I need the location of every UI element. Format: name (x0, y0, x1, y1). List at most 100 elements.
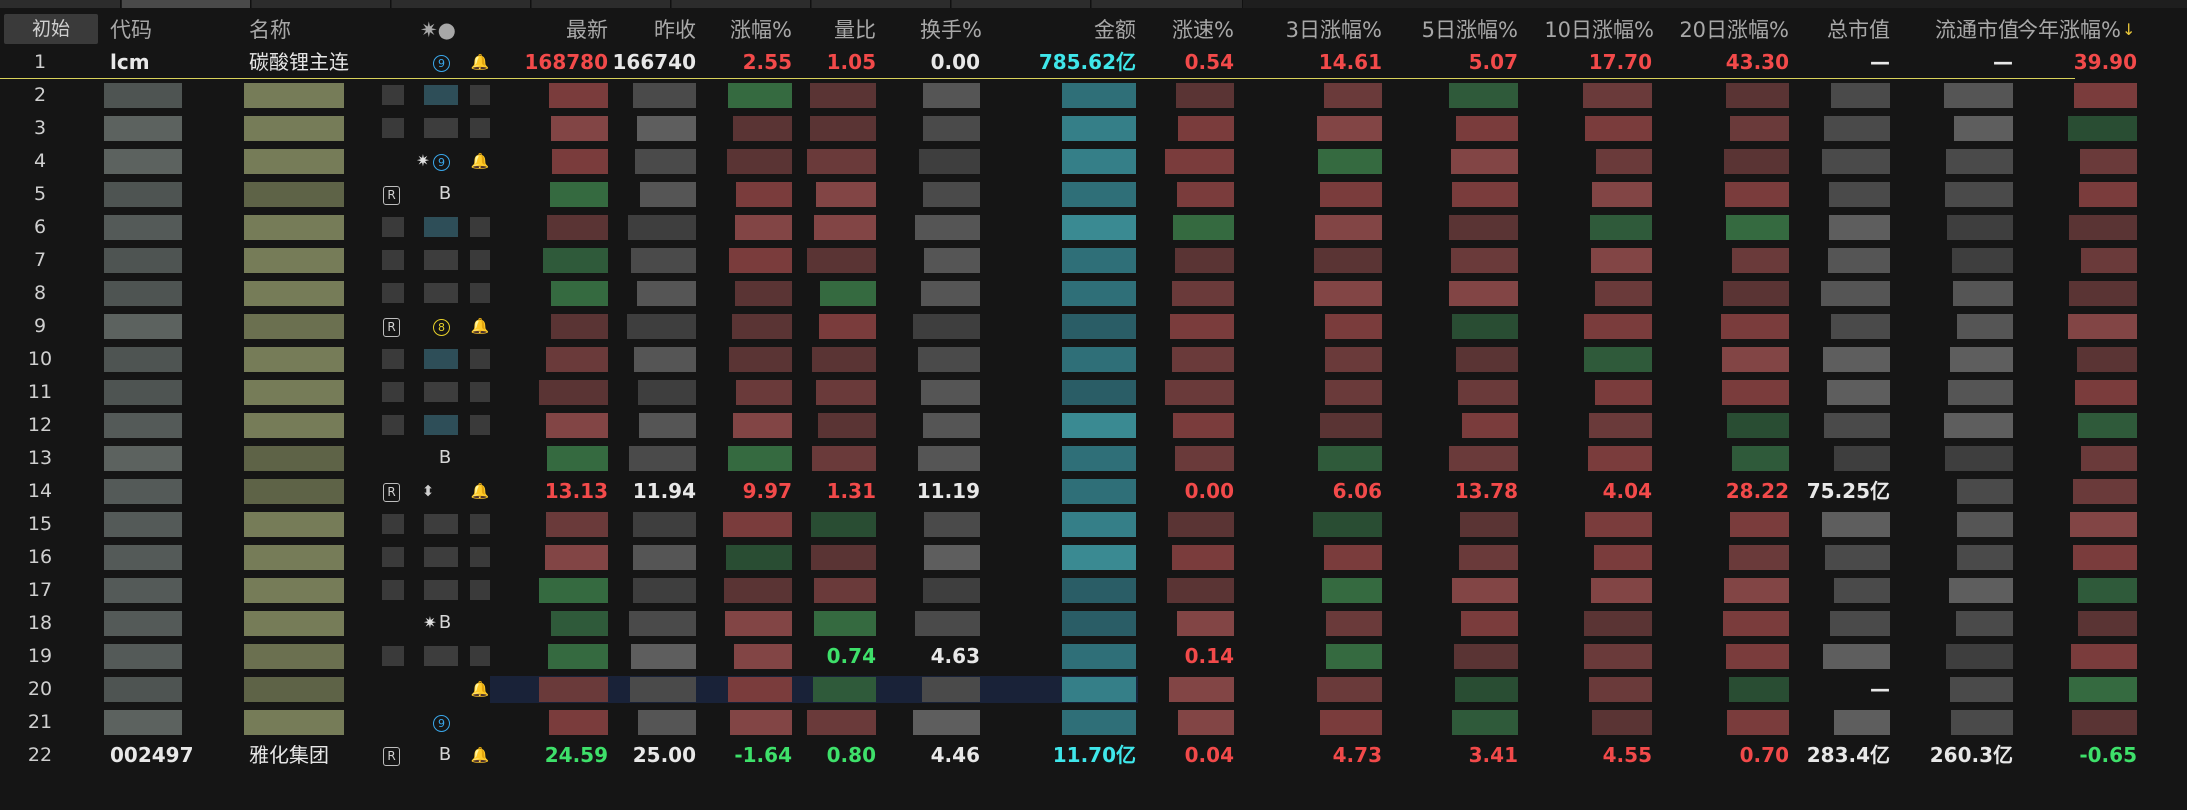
table-row[interactable]: 6 (0, 211, 2187, 244)
tab-5[interactable] (532, 0, 671, 8)
header-ytd[interactable]: 今年涨幅% (2005, 14, 2121, 46)
table-row[interactable]: 3 (0, 112, 2187, 145)
header-change-pct[interactable]: 涨幅% (690, 14, 792, 46)
obscured-mc (1829, 215, 1890, 240)
table-row[interactable]: 2 (0, 79, 2187, 112)
obscured-amt (1062, 116, 1136, 141)
obscured-name (244, 116, 344, 141)
obscured-code (104, 347, 182, 372)
obscured-code (104, 83, 182, 108)
obscured-code (104, 479, 182, 504)
obscured-ytd (2078, 578, 2137, 603)
obscured-fc (1950, 347, 2013, 372)
obscured-spd (1172, 347, 1234, 372)
obscured-flag (382, 382, 404, 402)
obscured-name (244, 83, 344, 108)
table-row[interactable]: 16 (0, 541, 2187, 574)
cell-idx: 6 (33, 216, 47, 238)
obscured-amt (1062, 578, 1136, 603)
header-chg3[interactable]: 3日涨幅% (1240, 14, 1382, 46)
header-volume-ratio[interactable]: 量比 (790, 14, 876, 46)
obscured-c3 (1318, 446, 1382, 471)
obscured-spd (1175, 248, 1234, 273)
obscured-c20 (1724, 149, 1789, 174)
obscured-c5 (1452, 710, 1518, 735)
tab-4[interactable] (392, 0, 531, 8)
cell-latest: 13.13 (544, 479, 608, 503)
table-row[interactable]: 1 lcm 碳酸锂主连 168780 166740 2.55 1.05 0.00 785.62亿… (0, 46, 2187, 79)
obscured-chg (732, 314, 792, 339)
tab-6[interactable] (672, 0, 811, 8)
header-amount[interactable]: 金额 (1040, 14, 1136, 46)
obscured-mc (1828, 248, 1890, 273)
obscured-flag (424, 283, 458, 303)
cell-ytd: -0.65 (2079, 743, 2137, 767)
obscured-amt (1062, 83, 1136, 108)
obscured-c20 (1721, 314, 1789, 339)
header-float-cap[interactable]: 流通市值 (1895, 14, 2019, 46)
obscured-prev (634, 347, 696, 372)
table-row[interactable]: 20 — 🔔 (0, 673, 2187, 706)
table-row[interactable]: 11 (0, 376, 2187, 409)
cell-idx: 14 (27, 480, 53, 502)
tab-7[interactable] (812, 0, 951, 8)
table-row[interactable]: 8 (0, 277, 2187, 310)
tab-3[interactable] (252, 0, 391, 8)
obscured-amt (1062, 446, 1136, 471)
obscured-fc (1946, 149, 2013, 174)
table-row[interactable]: 4 ✷ 9 🔔 (0, 145, 2187, 178)
table-row[interactable]: 18 ✷ B (0, 607, 2187, 640)
header-name[interactable]: 名称 (249, 14, 339, 46)
obscured-amt (1062, 710, 1136, 735)
table-row[interactable]: 10 (0, 343, 2187, 376)
obscured-name (244, 380, 344, 405)
tab-1[interactable] (0, 0, 121, 8)
header-chg5[interactable]: 5日涨幅% (1380, 14, 1518, 46)
table-row[interactable]: 5 R B (0, 178, 2187, 211)
obscured-flag (470, 547, 490, 567)
reset-button[interactable]: 初始 (4, 14, 98, 44)
table-row[interactable]: 7 (0, 244, 2187, 277)
cell-amt: 785.62亿 (1038, 50, 1136, 74)
cell-spd: 0.54 (1184, 50, 1234, 74)
tab-8[interactable] (952, 0, 1091, 8)
obscured-amt (1062, 380, 1136, 405)
table-row[interactable]: 17 (0, 574, 2187, 607)
cell-idx: 19 (27, 645, 53, 667)
header-speed[interactable]: 涨速% (1130, 14, 1234, 46)
header-flags[interactable]: ✷● (420, 14, 460, 46)
table-row[interactable]: 15 (0, 508, 2187, 541)
table-row[interactable]: 14 13.13 11.94 9.97 1.31 11.19 0.00 6.06 13.78 4.… (0, 475, 2187, 508)
header-mktcap[interactable]: 总市值 (1790, 14, 1890, 46)
obscured-to (922, 677, 980, 702)
obscured-vr (814, 578, 876, 603)
obscured-prev (633, 83, 696, 108)
obscured-c10 (1592, 182, 1652, 207)
tab-9[interactable] (1092, 0, 1243, 8)
obscured-c5 (1458, 380, 1518, 405)
header-latest[interactable]: 最新 (510, 14, 608, 46)
obscured-mc (1824, 116, 1890, 141)
tab-quotes[interactable] (122, 0, 251, 8)
table-row[interactable]: 9 R 8 🔔 (0, 310, 2187, 343)
header-chg20[interactable]: 20日涨幅% (1645, 14, 1789, 46)
obscured-flag (424, 85, 458, 105)
table-row[interactable]: 19 0.74 4.63 0.14 (0, 640, 2187, 673)
header-prev-close[interactable]: 昨收 (600, 14, 696, 46)
table-row[interactable]: 22 002497 雅化集团 24.59 25.00 -1.64 0.80 4.46 11.70… (0, 739, 2187, 772)
table-row[interactable]: 12 (0, 409, 2187, 442)
obscured-ytd (2071, 644, 2137, 669)
cell-prev: 166740 (612, 50, 697, 74)
obscured-chg (729, 248, 792, 273)
obscured-flag (470, 118, 490, 138)
header-code[interactable]: 代码 (110, 14, 200, 46)
table-row[interactable]: 21 9 (0, 706, 2187, 739)
bell-icon: 🔔 (470, 53, 490, 71)
obscured-ytd (2078, 611, 2137, 636)
header-turnover[interactable]: 换手% (880, 14, 982, 46)
obscured-mc (1834, 446, 1890, 471)
header-chg10[interactable]: 10日涨幅% (1510, 14, 1654, 46)
obscured-to (921, 380, 980, 405)
table-row[interactable]: 13 B (0, 442, 2187, 475)
obscured-latest (545, 545, 608, 570)
